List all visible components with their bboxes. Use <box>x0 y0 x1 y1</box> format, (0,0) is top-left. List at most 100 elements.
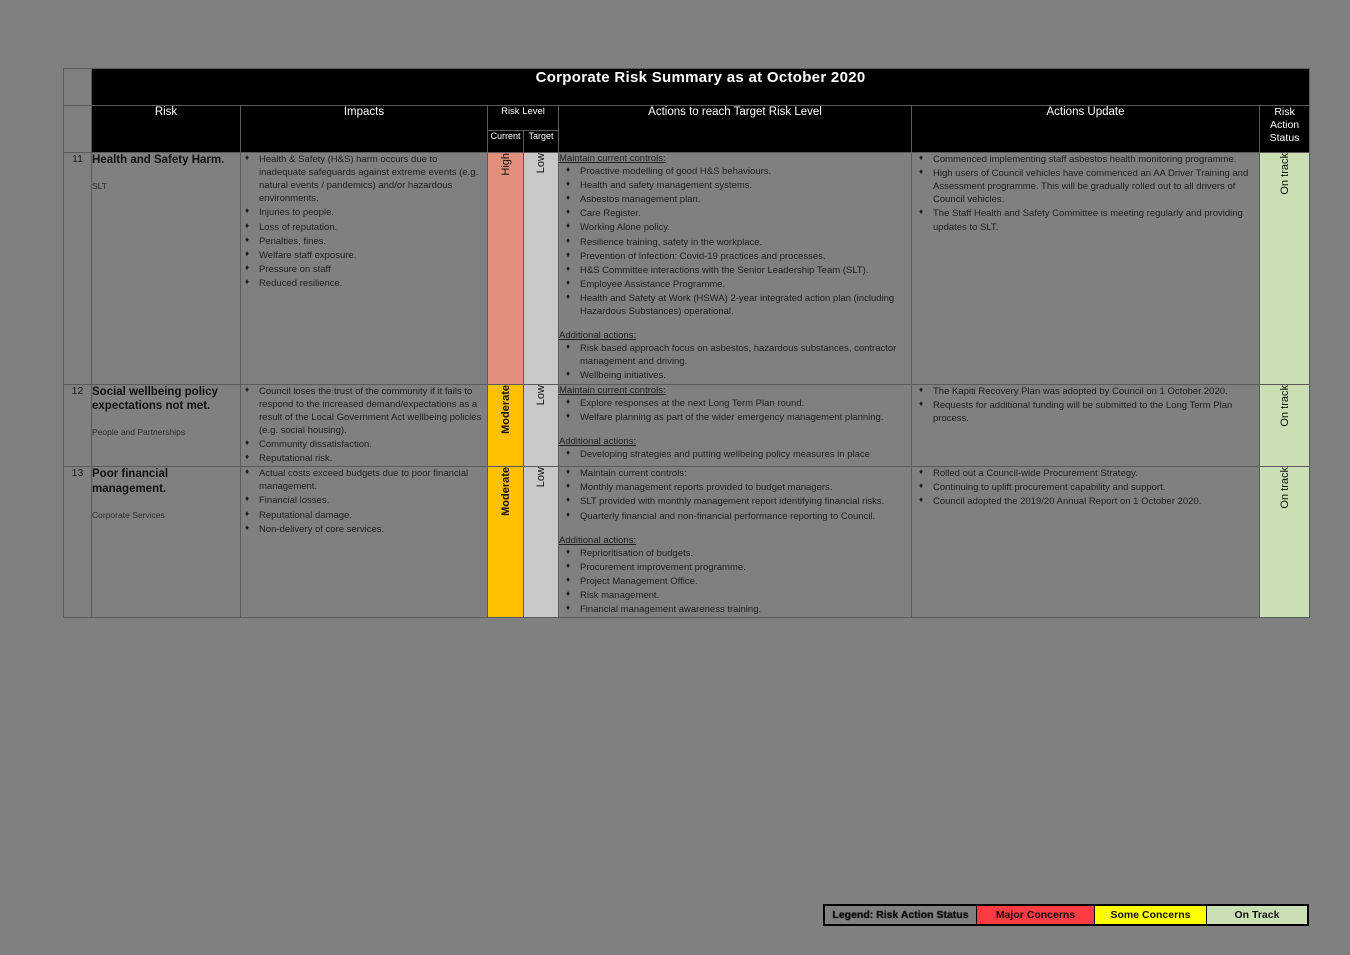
list-item: Resilience training, safety in the workp… <box>559 235 911 249</box>
list-item: The Kapiti Recovery Plan was adopted by … <box>912 384 1259 398</box>
risk-owner: SLT <box>92 180 107 191</box>
column-header-impacts: Impacts <box>240 105 488 153</box>
current-risk-level: Moderate <box>487 383 524 468</box>
list-item: Actual costs exceed budgets due to poor … <box>241 466 487 493</box>
list-item: H&S Committee interactions with the Seni… <box>559 263 911 277</box>
row-number: 11 <box>63 152 92 385</box>
list-item: Procurement improvement programme. <box>559 560 911 574</box>
status-header-line-3: Status <box>1269 132 1300 145</box>
column-header-current: Current <box>487 129 524 154</box>
maintain-controls-list: Explore responses at the next Long Term … <box>559 396 911 424</box>
risk-action-status: On track <box>1258 466 1311 619</box>
target-risk-level: Low <box>523 152 559 385</box>
column-header-target: Target <box>523 129 559 154</box>
list-item: Health and Safety at Work (HSWA) 2-year … <box>559 291 911 318</box>
list-item: Project Management Office. <box>559 574 911 588</box>
list-item: Wellbeing initiatives. <box>559 368 911 382</box>
impacts-list: Actual costs exceed budgets due to poor … <box>241 466 487 536</box>
list-item: Maintain current controls: <box>559 466 911 480</box>
actions-cell: Maintain current controls: Proactive mod… <box>558 152 912 385</box>
status-header-line-2: Action <box>1269 119 1300 132</box>
list-item: Financial losses. <box>241 493 487 507</box>
current-risk-level-label: High <box>499 153 512 176</box>
actions-update-list: The Kapiti Recovery Plan was adopted by … <box>912 384 1259 425</box>
actions-update-list: Commenced implementing staff asbestos he… <box>912 152 1259 234</box>
risk-description-cell: Poor financial management. Corporate Ser… <box>91 466 241 619</box>
table-row: 11 Health and Safety Harm. SLT Health & … <box>63 152 1311 385</box>
list-item: Injuries to people. <box>241 205 487 219</box>
list-item: The Staff Health and Safety Committee is… <box>912 206 1259 233</box>
column-header-actions: Actions to reach Target Risk Level <box>558 105 912 153</box>
risk-title: Social wellbeing policy expectations not… <box>92 385 218 413</box>
current-risk-level: Moderate <box>487 466 524 619</box>
list-item: Prevention of Infection: Covid-19 practi… <box>559 249 911 263</box>
legend-label: Legend: Risk Action Status <box>825 906 977 924</box>
actions-update-cell: Commenced implementing staff asbestos he… <box>911 152 1260 385</box>
list-item: Monthly management reports provided to b… <box>559 480 911 494</box>
list-item: Asbestos management plan. <box>559 192 911 206</box>
list-item: Proactive modelling of good H&S behaviou… <box>559 164 911 178</box>
list-item: Risk based approach focus on asbestos, h… <box>559 341 911 368</box>
impacts-cell: Health & Safety (H&S) harm occurs due to… <box>240 152 488 385</box>
list-item: Health & Safety (H&S) harm occurs due to… <box>241 152 487 205</box>
impacts-cell: Council loses the trust of the community… <box>240 384 488 468</box>
additional-actions-heading: Additional actions: <box>559 330 637 342</box>
row-number: 13 <box>63 466 92 619</box>
list-item: Reduced resilience. <box>241 276 487 290</box>
target-risk-level: Low <box>523 466 559 619</box>
maintain-controls-heading: Maintain current controls: <box>559 153 666 164</box>
list-item: Developing strategies and putting wellbe… <box>559 447 911 461</box>
impacts-cell: Actual costs exceed budgets due to poor … <box>240 466 488 619</box>
list-item: Council loses the trust of the community… <box>241 384 487 437</box>
status-header-line-1: Risk <box>1274 106 1295 118</box>
list-item: Risk management. <box>559 588 911 602</box>
risk-owner: People and Partnerships <box>92 426 186 437</box>
risk-description-cell: Health and Safety Harm. SLT <box>91 152 241 385</box>
page-title: Corporate Risk Summary as at October 202… <box>90 68 1311 106</box>
title-corner-spacer <box>63 68 92 106</box>
list-item: Requests for additional funding will be … <box>912 398 1259 425</box>
risk-title: Poor financial management. <box>92 468 169 495</box>
table-row: 13 Poor financial management. Corporate … <box>63 466 1311 619</box>
current-risk-level-label: Moderate <box>499 384 512 434</box>
list-item: Welfare planning as part of the wider em… <box>559 410 911 424</box>
target-risk-level-label: Low <box>535 153 547 174</box>
risk-title: Health and Safety Harm. <box>92 154 225 166</box>
list-item: Loss of reputation. <box>241 220 487 234</box>
list-item: Care Register. <box>559 206 911 220</box>
header-number-spacer <box>63 105 92 153</box>
additional-actions-list: Developing strategies and putting wellbe… <box>559 447 911 461</box>
list-item: Welfare staff exposure. <box>241 248 487 262</box>
status-badge: On track <box>1278 467 1291 509</box>
risk-summary-page: Corporate Risk Summary as at October 202… <box>0 0 1350 955</box>
column-header-risk-action-status: Risk Action Status <box>1258 105 1311 153</box>
list-item: Quarterly financial and non-financial pe… <box>559 509 911 523</box>
actions-cell: Maintain current controls: Explore respo… <box>558 383 912 468</box>
column-header-actions-update: Actions Update <box>911 105 1260 153</box>
current-risk-level: High <box>487 152 524 385</box>
additional-actions-list: Risk based approach focus on asbestos, h… <box>559 341 911 382</box>
list-item: Commenced implementing staff asbestos he… <box>912 152 1259 166</box>
list-item: Reputational risk. <box>241 451 487 465</box>
column-header-risk-level: Risk Level <box>487 105 559 131</box>
corporate-risk-table: Corporate Risk Summary as at October 202… <box>63 68 1311 619</box>
actions-update-cell: Rolled out a Council-wide Procurement St… <box>911 466 1260 619</box>
list-item: Continuing to uplift procurement capabil… <box>912 480 1259 494</box>
legend-major-concerns: Major Concerns <box>977 906 1095 924</box>
list-item: Penalties, fines. <box>241 234 487 248</box>
risk-action-status: On track <box>1258 152 1311 385</box>
additional-actions-heading: Additional actions: <box>559 534 637 546</box>
impacts-list: Health & Safety (H&S) harm occurs due to… <box>241 152 487 290</box>
list-item: SLT provided with monthly management rep… <box>559 494 911 508</box>
list-item: Health and safety management systems. <box>559 178 911 192</box>
maintain-controls-heading: Maintain current controls: <box>559 384 666 396</box>
maintain-controls-list: Maintain current controls:Monthly manage… <box>559 466 911 523</box>
risk-description-cell: Social wellbeing policy expectations not… <box>91 383 241 468</box>
row-number: 12 <box>63 383 92 468</box>
actions-update-cell: The Kapiti Recovery Plan was adopted by … <box>911 384 1260 468</box>
list-item: Explore responses at the next Long Term … <box>559 396 911 410</box>
table-row: 12 Social wellbeing policy expectations … <box>63 383 1311 468</box>
column-header-risk: Risk <box>91 105 241 153</box>
